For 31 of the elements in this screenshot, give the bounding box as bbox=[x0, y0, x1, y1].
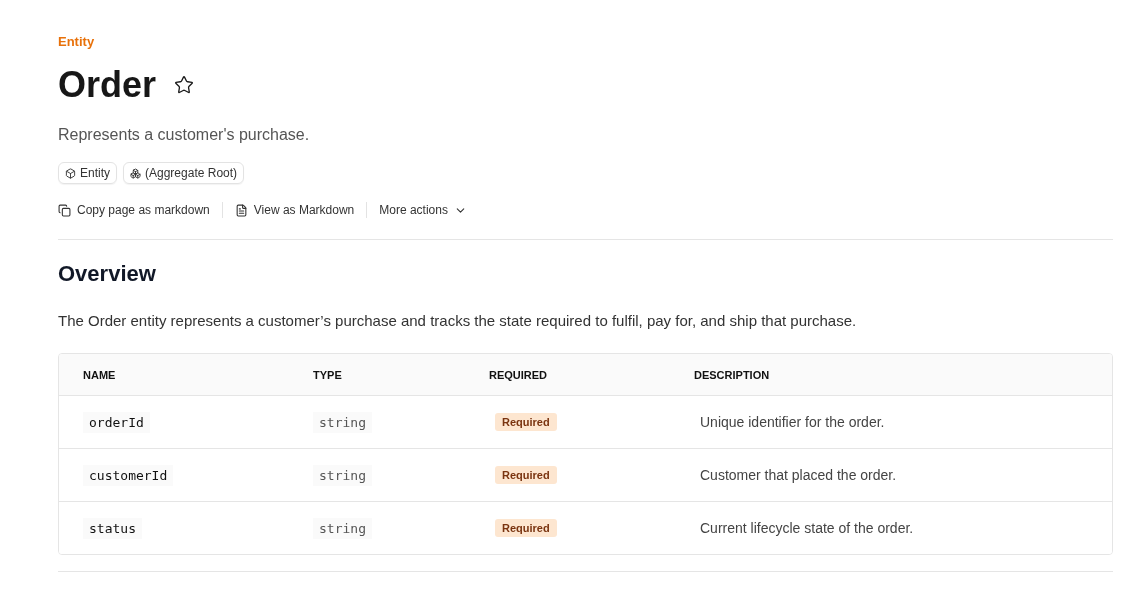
field-type: string bbox=[313, 464, 372, 486]
document-icon bbox=[234, 203, 248, 217]
page-summary: Represents a customer's purchase. bbox=[58, 126, 311, 144]
page-title: Order bbox=[58, 64, 157, 106]
section-text: The Order entity represents a customer’s purchase and tracks the state required to fulfil, pay for, and ship that purchase. bbox=[58, 312, 858, 329]
column-header: DESCRIPTION bbox=[694, 368, 771, 381]
tag: (Aggregate Root) bbox=[123, 162, 245, 184]
field-name: status bbox=[83, 517, 142, 539]
cubes-icon bbox=[130, 167, 141, 179]
category-label: Entity bbox=[58, 34, 96, 51]
column-header: TYPE bbox=[313, 368, 343, 381]
copy-icon bbox=[58, 203, 71, 217]
action-button[interactable]: Copy page as markdown bbox=[58, 203, 222, 217]
action-button[interactable]: View as Markdown bbox=[222, 203, 367, 217]
more-actions-button[interactable]: More actions bbox=[367, 203, 479, 217]
column-header: NAME bbox=[83, 368, 117, 381]
star-icon[interactable] bbox=[174, 75, 195, 95]
section-heading: Overview bbox=[58, 261, 157, 287]
column-header: REQUIRED bbox=[489, 368, 549, 381]
field-type: string bbox=[313, 517, 372, 539]
required-badge: Required bbox=[495, 413, 557, 431]
field-name: customerId bbox=[83, 464, 174, 486]
field-description: Unique identifier for the order. bbox=[700, 414, 886, 430]
required-badge: Required bbox=[495, 466, 557, 484]
tag: Entity bbox=[58, 162, 117, 184]
field-description: Customer that placed the order. bbox=[700, 467, 898, 483]
required-badge: Required bbox=[495, 519, 557, 537]
field-type: string bbox=[313, 411, 372, 433]
field-name: orderId bbox=[83, 411, 150, 433]
cube-icon bbox=[65, 167, 76, 179]
field-description: Current lifecycle state of the order. bbox=[700, 520, 915, 536]
